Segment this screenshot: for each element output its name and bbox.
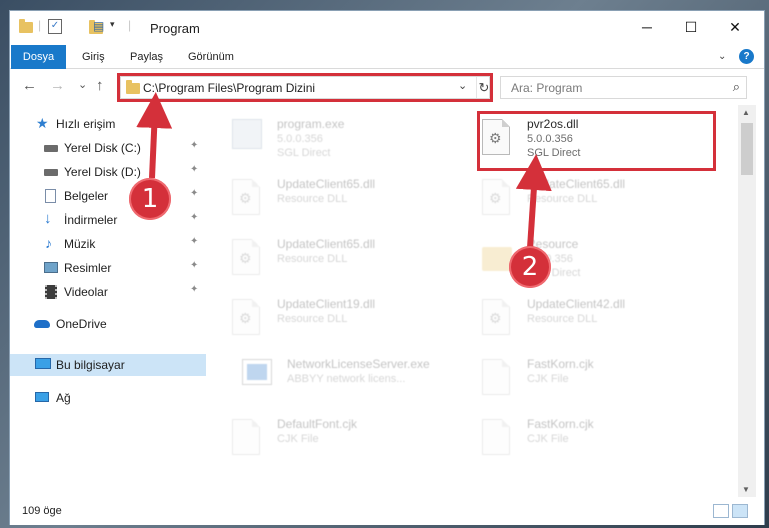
- arrow-to-file: [515, 154, 552, 249]
- step-2-badge: 2: [509, 246, 551, 288]
- annotation-arrows: [136, 92, 552, 249]
- step-1-badge: 1: [129, 178, 171, 220]
- arrow-to-address: [136, 92, 173, 179]
